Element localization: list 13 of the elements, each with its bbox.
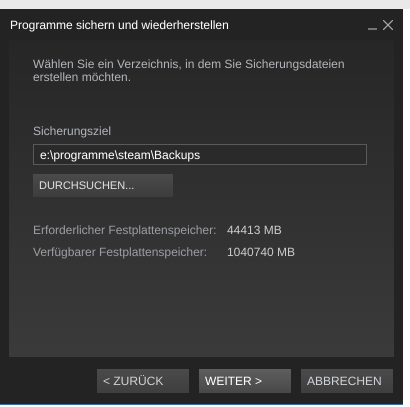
space-value: 1040740 MB xyxy=(227,245,296,259)
next-button[interactable]: WEITER > xyxy=(199,369,291,393)
destination-field[interactable]: e:\programme\steam\Backups xyxy=(33,144,367,165)
destination-label: Sicherungsziel xyxy=(33,124,112,138)
cancel-button[interactable]: ABBRECHEN xyxy=(301,369,393,393)
close-icon[interactable] xyxy=(383,20,393,30)
browse-button[interactable]: DURCHSUCHEN... xyxy=(33,174,173,197)
window-title: Programme sichern und wiederherstellen xyxy=(10,18,230,32)
space-label: Verfügbarer Festplattenspeicher: xyxy=(33,245,208,259)
back-button[interactable]: < ZURÜCK xyxy=(97,369,189,393)
instruction-text: Wählen Sie ein Verzeichnis, in dem Sie Sicherungsdateien erstellen möchten. xyxy=(33,58,346,84)
space-value: 44413 MB xyxy=(227,223,283,237)
space-label: Erforderlicher Festplattenspeicher: xyxy=(33,223,218,237)
